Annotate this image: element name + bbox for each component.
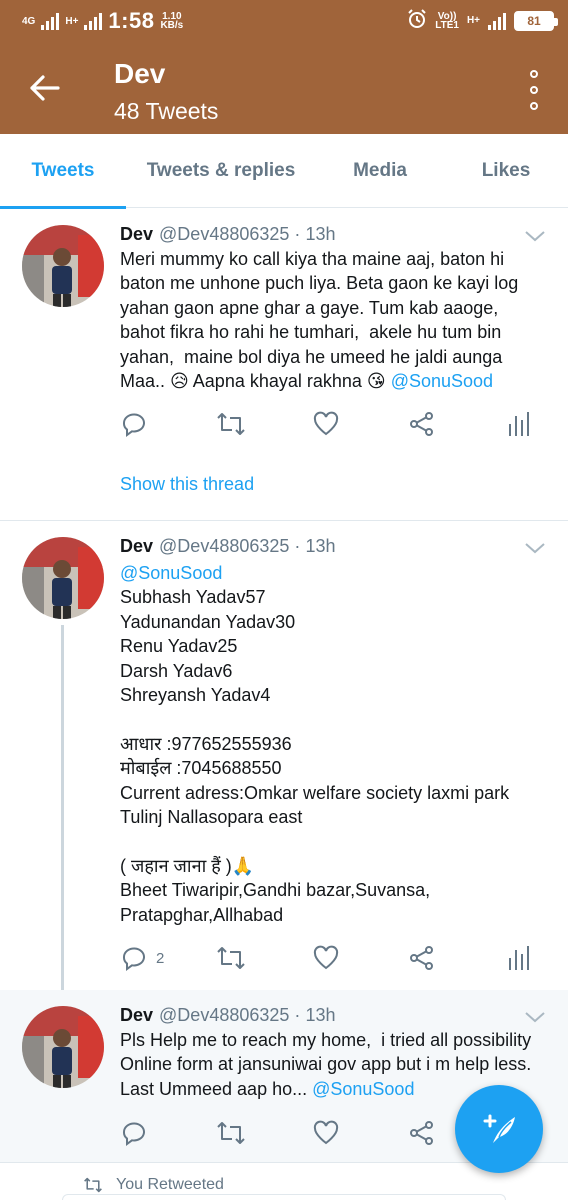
arrow-left-icon <box>30 75 60 101</box>
tweet-item[interactable]: Dev @Dev48806325 · 13h Meri mummy ko call… <box>0 209 568 520</box>
profile-tabs: Tweets Tweets & replies Media Likes <box>0 134 568 209</box>
share-icon <box>410 946 433 970</box>
analytics-button[interactable] <box>504 943 532 973</box>
thread-connector <box>61 625 64 1011</box>
tweet-actions <box>120 409 540 439</box>
signal-icon-2 <box>84 12 103 30</box>
tweet-header: Dev @Dev48806325 · 13h <box>120 536 335 557</box>
tab-likes[interactable]: Likes <box>444 134 568 208</box>
like-button[interactable] <box>312 1118 340 1148</box>
author-name[interactable]: Dev <box>120 1005 153 1025</box>
mention-link[interactable]: @SonuSood <box>391 371 493 391</box>
quoted-card-edge <box>62 1194 506 1200</box>
tweet-text: Meri mummy ko call kiya tha maine aaj, b… <box>120 249 524 392</box>
retweet-icon <box>84 1177 102 1193</box>
author-handle[interactable]: @Dev48806325 <box>159 536 289 556</box>
retweet-button[interactable] <box>216 943 246 973</box>
chevron-down-icon[interactable] <box>524 229 546 243</box>
show-thread-link[interactable]: Show this thread <box>120 474 254 495</box>
network-right-label: H+ <box>466 15 480 26</box>
reply-icon <box>122 413 145 437</box>
mention-link[interactable]: @SonuSood <box>312 1079 414 1099</box>
profile-app-bar: Dev 48 Tweets <box>0 42 568 134</box>
more-vertical-icon <box>530 70 538 78</box>
profile-name: Dev <box>114 58 166 89</box>
avatar[interactable] <box>22 225 104 307</box>
chevron-down-icon[interactable] <box>524 1010 546 1024</box>
data-speed-unit: KB/s <box>160 20 184 31</box>
share-icon <box>410 412 433 436</box>
analytics-icon <box>509 946 529 970</box>
retweet-icon <box>217 947 245 969</box>
author-name[interactable]: Dev <box>120 224 153 244</box>
tab-tweets-and-replies[interactable]: Tweets & replies <box>126 134 316 208</box>
reply-button[interactable] <box>120 1118 148 1148</box>
tweet-header: Dev @Dev48806325 · 13h <box>120 224 335 245</box>
reply-count: 2 <box>156 949 165 967</box>
analytics-button[interactable] <box>504 409 532 439</box>
retweet-context-label: You Retweeted <box>116 1176 224 1193</box>
separator-dot: · <box>294 536 301 556</box>
heart-icon <box>313 945 339 970</box>
signal-icon <box>41 12 60 30</box>
battery-icon: 81 <box>514 10 558 31</box>
retweet-button[interactable] <box>216 1118 246 1148</box>
tweet-actions: 2 <box>120 943 540 973</box>
share-button[interactable] <box>408 1118 436 1148</box>
separator-dot: · <box>294 1005 301 1025</box>
avatar[interactable] <box>22 1006 104 1088</box>
author-name[interactable]: Dev <box>120 536 153 556</box>
tab-tweets[interactable]: Tweets <box>0 134 126 209</box>
avatar[interactable] <box>22 537 104 619</box>
tweet-count: 48 Tweets <box>114 98 219 124</box>
heart-icon <box>313 411 339 436</box>
retweet-context: You Retweeted <box>82 1176 224 1194</box>
like-button[interactable] <box>312 943 340 973</box>
author-handle[interactable]: @Dev48806325 <box>159 1005 289 1025</box>
author-handle[interactable]: @Dev48806325 <box>159 224 289 244</box>
compose-tweet-button[interactable] <box>455 1085 543 1173</box>
reply-button[interactable]: 2 <box>120 943 164 973</box>
retweet-icon <box>217 1122 245 1144</box>
compose-tweet-icon <box>483 1114 515 1143</box>
reply-icon <box>122 947 145 971</box>
lte-label: LTE1 <box>435 19 459 31</box>
tweet-time: 13h <box>305 536 336 556</box>
tab-media[interactable]: Media <box>316 134 444 208</box>
battery-level: 81 <box>527 13 541 28</box>
alarm-icon <box>407 9 427 32</box>
reply-icon <box>122 1122 145 1146</box>
like-button[interactable] <box>312 409 340 439</box>
mention-link[interactable]: @SonuSood <box>120 563 222 583</box>
retweet-button[interactable] <box>216 409 246 439</box>
tweet-time: 13h <box>305 1005 336 1025</box>
share-button[interactable] <box>408 943 436 973</box>
heart-icon <box>313 1120 339 1145</box>
tweet-text: @SonuSood Subhash Yadav57 Yadunandan Yad… <box>120 563 510 925</box>
tweet-item[interactable]: Dev @Dev48806325 · 13h @SonuSood Subhash … <box>0 521 568 1011</box>
share-icon <box>410 1121 433 1145</box>
status-bar: 4G H+ 1:58 1.10 KB/s Vo)) LTE1 H+ 81 <box>0 0 568 42</box>
network-type-label: 4G <box>22 15 36 27</box>
more-options-button[interactable] <box>526 70 542 110</box>
tweet-header: Dev @Dev48806325 · 13h <box>120 1005 335 1026</box>
chevron-down-icon[interactable] <box>524 541 546 555</box>
retweet-icon <box>217 413 245 435</box>
network-hplus-label: H+ <box>65 15 79 27</box>
clock-time: 1:58 <box>108 8 155 33</box>
signal-icon-3 <box>488 12 506 30</box>
reply-button[interactable] <box>120 409 148 439</box>
share-button[interactable] <box>408 409 436 439</box>
analytics-icon <box>509 412 529 436</box>
separator-dot: · <box>294 224 301 244</box>
back-button[interactable] <box>24 68 64 108</box>
tweet-time: 13h <box>305 224 336 244</box>
